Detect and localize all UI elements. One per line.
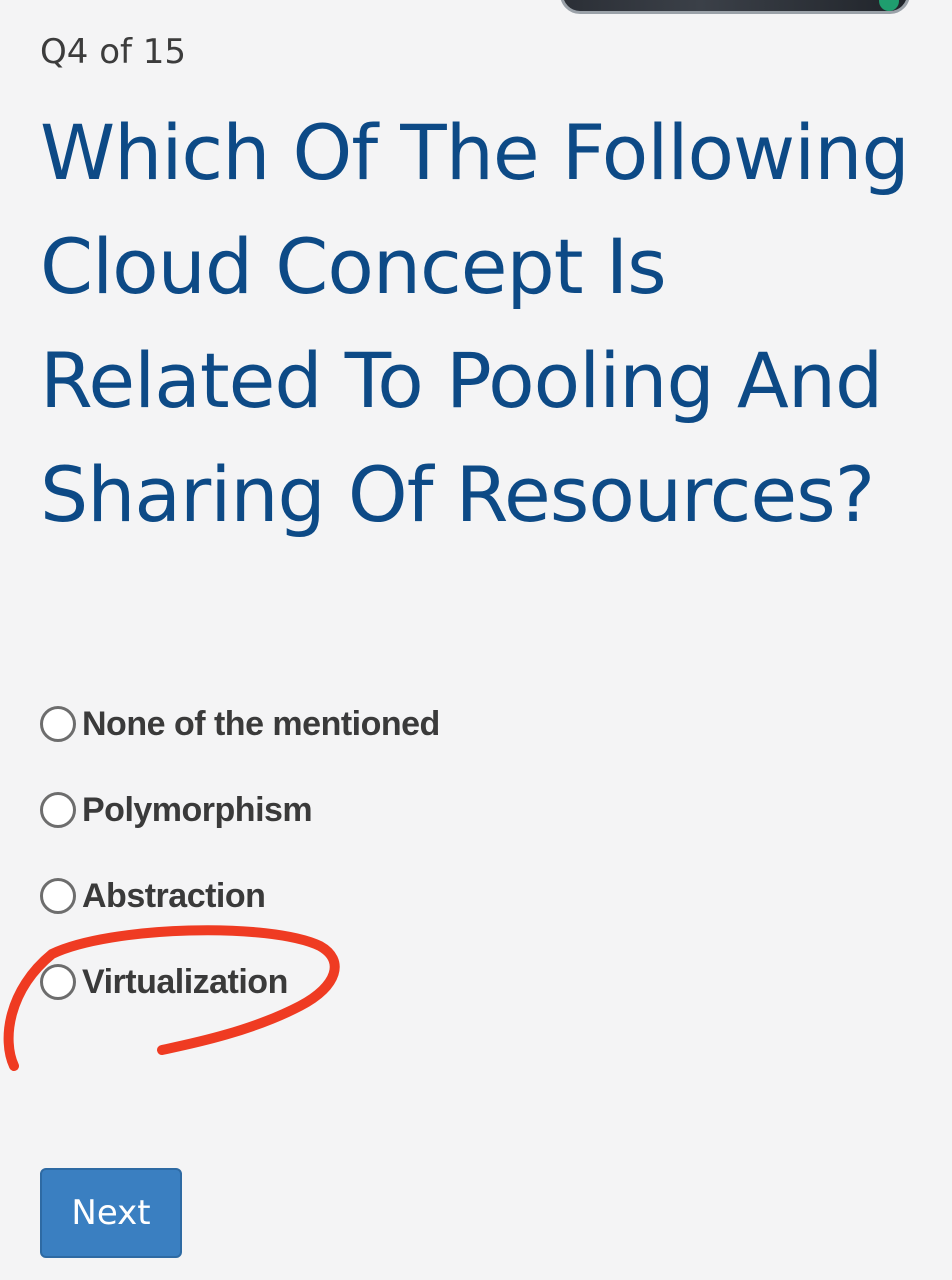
option-abstraction[interactable]: Abstraction: [40, 866, 440, 926]
radio-circle-icon[interactable]: [40, 878, 76, 914]
status-dot-icon: [879, 0, 899, 11]
question-text: Which Of The Following Cloud Concept Is …: [40, 108, 910, 539]
floating-video-overlay: [560, 0, 910, 14]
option-none-of-the-mentioned[interactable]: None of the mentioned: [40, 694, 440, 754]
radio-circle-icon[interactable]: [40, 792, 76, 828]
answer-options: None of the mentioned Polymorphism Abstr…: [40, 694, 440, 1038]
radio-circle-icon[interactable]: [40, 964, 76, 1000]
option-polymorphism[interactable]: Polymorphism: [40, 780, 440, 840]
question-counter: Q4 of 15: [40, 32, 187, 72]
radio-circle-icon[interactable]: [40, 706, 76, 742]
option-virtualization[interactable]: Virtualization: [40, 952, 440, 1012]
option-label: Abstraction: [82, 876, 266, 915]
option-label: Virtualization: [82, 962, 288, 1001]
option-label: Polymorphism: [82, 790, 313, 829]
next-button[interactable]: Next: [40, 1168, 182, 1258]
option-label: None of the mentioned: [82, 704, 440, 743]
